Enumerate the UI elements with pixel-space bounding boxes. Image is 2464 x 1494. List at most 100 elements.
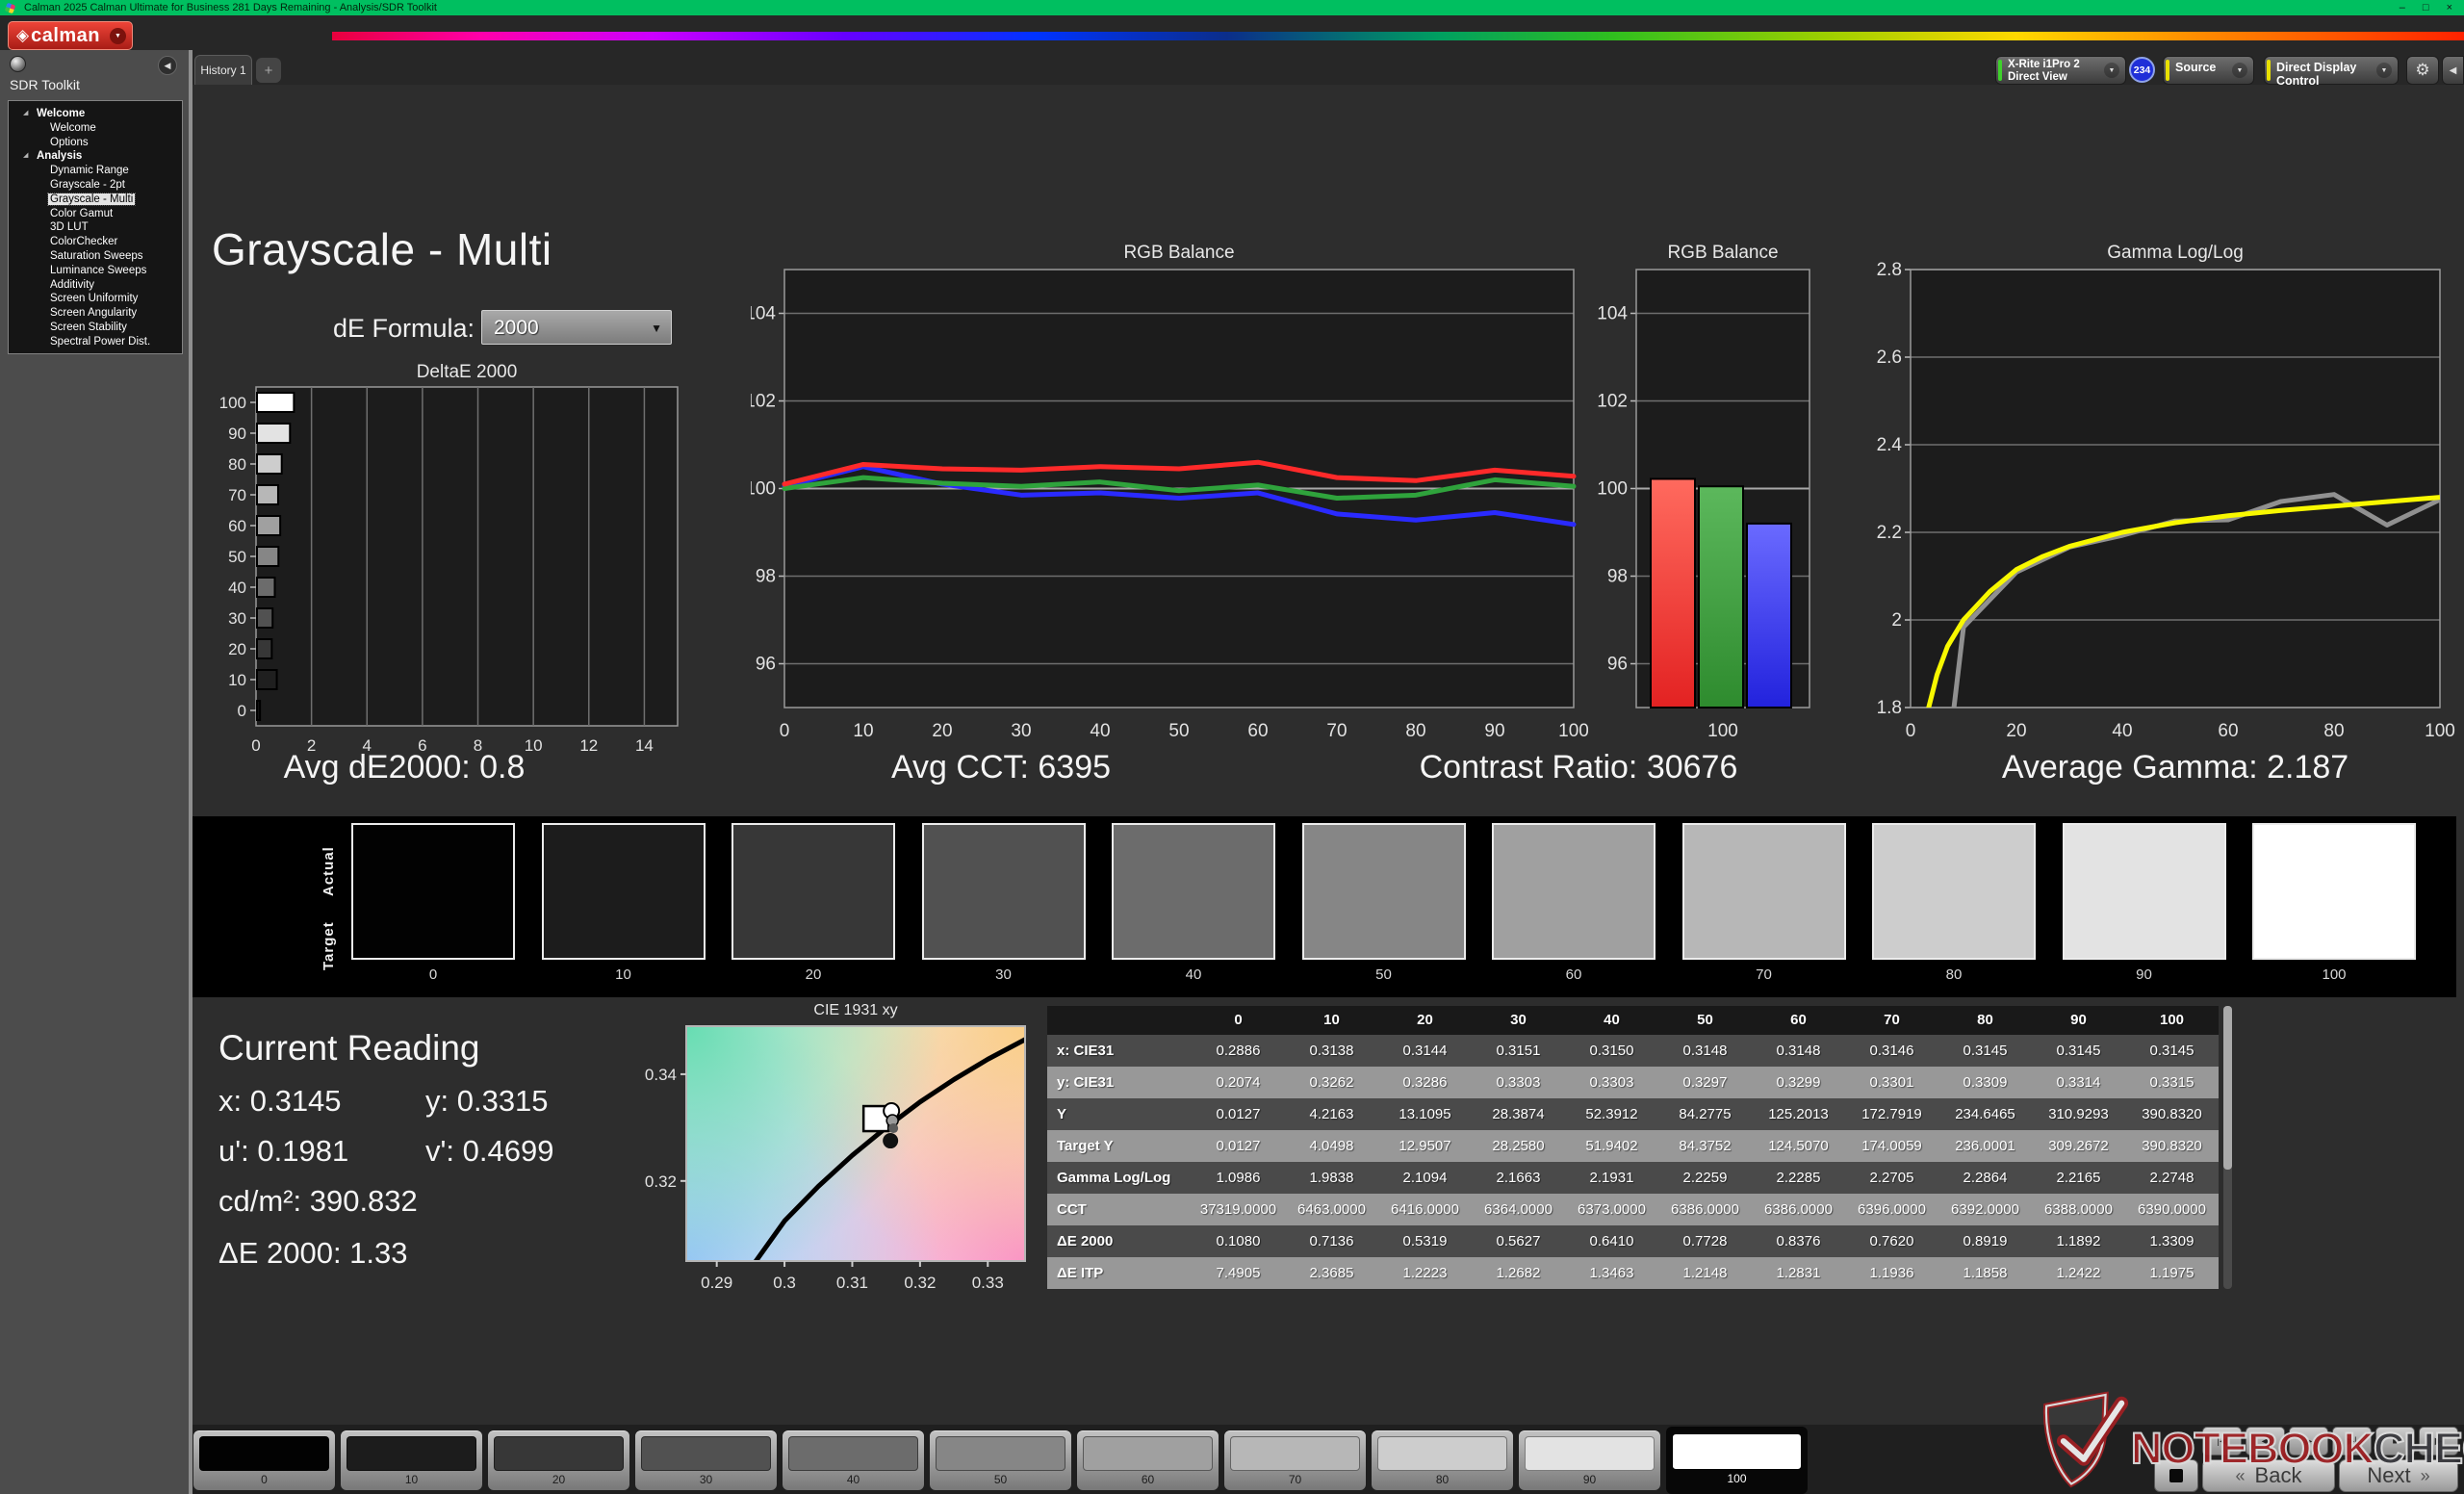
calman-dropdown-icon[interactable]: ▼ bbox=[110, 28, 126, 44]
average-gamma-text: Average Gamma: 2.187 bbox=[2002, 749, 2348, 786]
svg-text:96: 96 bbox=[1607, 655, 1628, 675]
table-cell: 2.2705 bbox=[1845, 1162, 1938, 1194]
sidebar-item-saturation-sweeps[interactable]: Saturation Sweeps bbox=[9, 249, 182, 264]
sidebar-item-color-gamut[interactable]: Color Gamut bbox=[9, 207, 182, 221]
window-title: Calman 2025 Calman Ultimate for Business… bbox=[24, 2, 437, 13]
de-formula-select[interactable]: 2000 ▼ bbox=[481, 310, 672, 345]
patch-swatch bbox=[788, 1436, 918, 1471]
sidebar-item-welcome[interactable]: Welcome bbox=[9, 121, 182, 136]
meter-mode: Direct View bbox=[2008, 71, 2067, 83]
tree-collapse-icon[interactable]: ◢ bbox=[23, 107, 28, 121]
add-tab-button[interactable]: + bbox=[256, 58, 281, 83]
sidebar-item-analysis[interactable]: ◢Analysis bbox=[9, 149, 182, 164]
svg-text:2: 2 bbox=[1891, 610, 1902, 631]
deltae-bar-50 bbox=[257, 547, 278, 566]
swatch-label-50: 50 bbox=[1302, 966, 1466, 983]
patch-button-70[interactable]: 70 bbox=[1224, 1430, 1366, 1490]
svg-text:40: 40 bbox=[2112, 721, 2132, 741]
sidebar-collapse-icon[interactable]: ◀ bbox=[158, 56, 177, 75]
calman-window: Calman 2025 Calman Ultimate for Business… bbox=[0, 0, 2464, 1494]
rainbow-gradient-bar bbox=[332, 32, 2464, 40]
patch-button-0[interactable]: 0 bbox=[193, 1430, 335, 1490]
grayscale-swatch-90 bbox=[2063, 823, 2226, 960]
source-accent bbox=[2166, 60, 2169, 81]
patch-swatch bbox=[1525, 1436, 1655, 1471]
deltae-bar-40 bbox=[257, 578, 274, 597]
table-cell: 2.2748 bbox=[2125, 1162, 2219, 1194]
svg-text:0: 0 bbox=[251, 736, 260, 755]
table-cell: 1.2831 bbox=[1752, 1257, 1845, 1289]
sidebar-item-additivity[interactable]: Additivity bbox=[9, 278, 182, 293]
table-scrollbar-thumb[interactable] bbox=[2223, 1006, 2232, 1170]
sidebar-item-grayscale-multi[interactable]: Grayscale - Multi bbox=[9, 193, 182, 207]
svg-text:0: 0 bbox=[780, 721, 790, 741]
patch-label: 20 bbox=[488, 1473, 629, 1486]
table-cell: 84.2775 bbox=[1658, 1098, 1752, 1130]
rgb-bar-red bbox=[1651, 478, 1695, 708]
svg-text:100: 100 bbox=[1598, 479, 1628, 500]
display-control-dropdown[interactable]: Direct Display Control ▼ bbox=[2264, 56, 2399, 85]
patch-button-30[interactable]: 30 bbox=[635, 1430, 777, 1490]
page-title: Grayscale - Multi bbox=[212, 223, 552, 275]
table-cell: 6416.0000 bbox=[1378, 1194, 1472, 1225]
sidebar-item-label: Grayscale - Multi bbox=[48, 193, 135, 205]
meter-count-badge[interactable]: 234 bbox=[2129, 57, 2155, 83]
meter-dropdown[interactable]: X-Rite i1Pro 2 Direct View ▼ bbox=[1995, 56, 2126, 85]
patch-button-100[interactable]: 100 bbox=[1666, 1427, 1808, 1494]
sidebar-item-grayscale-2pt[interactable]: Grayscale - 2pt bbox=[9, 178, 182, 193]
calman-menu-button[interactable]: ◈ calman ▼ bbox=[8, 21, 133, 50]
source-dropdown[interactable]: Source ▼ bbox=[2163, 56, 2254, 85]
patch-button-60[interactable]: 60 bbox=[1077, 1430, 1219, 1490]
patch-button-20[interactable]: 20 bbox=[488, 1430, 629, 1490]
sidebar-item-options[interactable]: Options bbox=[9, 136, 182, 150]
swatch-label-90: 90 bbox=[2063, 966, 2226, 983]
checkmark-shield-icon bbox=[2034, 1389, 2143, 1493]
table-cell: 0.3144 bbox=[1378, 1035, 1472, 1067]
table-cell: 13.1095 bbox=[1378, 1098, 1472, 1130]
table-cell: 1.2422 bbox=[2032, 1257, 2125, 1289]
sidebar-item-label: Saturation Sweeps bbox=[50, 250, 143, 262]
sidebar-item-welcome[interactable]: ◢Welcome bbox=[9, 107, 182, 121]
sidebar-item-label: Options bbox=[50, 137, 89, 148]
table-cell: 172.7919 bbox=[1845, 1098, 1938, 1130]
sidebar-splitter[interactable] bbox=[189, 50, 192, 1494]
grayscale-swatch-100 bbox=[2252, 823, 2416, 960]
close-icon[interactable]: × bbox=[2447, 2, 2452, 13]
sidebar-item-spectral-power-dist-[interactable]: Spectral Power Dist. bbox=[9, 335, 182, 349]
gear-icon[interactable]: ⚙ bbox=[2406, 56, 2439, 85]
table-row-label: Y bbox=[1047, 1098, 1192, 1130]
tree-collapse-icon[interactable]: ◢ bbox=[23, 149, 28, 164]
patch-button-10[interactable]: 10 bbox=[341, 1430, 482, 1490]
swatch-label-40: 40 bbox=[1112, 966, 1275, 983]
table-cell: 1.1892 bbox=[2032, 1225, 2125, 1257]
svg-text:0.34: 0.34 bbox=[645, 1066, 677, 1084]
collapse-panel-icon[interactable]: ◀ bbox=[2442, 56, 2464, 85]
sidebar-item-colorchecker[interactable]: ColorChecker bbox=[9, 235, 182, 249]
app-icon bbox=[5, 2, 16, 13]
patch-label: 90 bbox=[1519, 1473, 1660, 1486]
table-cell: 1.2682 bbox=[1472, 1257, 1565, 1289]
sidebar-item-luminance-sweeps[interactable]: Luminance Sweeps bbox=[9, 264, 182, 278]
patch-button-50[interactable]: 50 bbox=[930, 1430, 1071, 1490]
sidebar-item-screen-angularity[interactable]: Screen Angularity bbox=[9, 306, 182, 321]
minimize-icon[interactable]: – bbox=[2400, 2, 2405, 13]
table-cell: 309.2672 bbox=[2032, 1130, 2125, 1162]
sidebar-item-screen-stability[interactable]: Screen Stability bbox=[9, 321, 182, 335]
table-cell: 1.2148 bbox=[1658, 1257, 1752, 1289]
sidebar-item-3d-lut[interactable]: 3D LUT bbox=[9, 220, 182, 235]
sidebar-sphere-button[interactable] bbox=[10, 56, 26, 72]
tab-history-1[interactable]: History 1 bbox=[194, 55, 252, 85]
maximize-icon[interactable]: □ bbox=[2423, 2, 2429, 13]
patch-button-90[interactable]: 90 bbox=[1519, 1430, 1660, 1490]
table-cell: 0.0127 bbox=[1192, 1098, 1285, 1130]
svg-text:RGB Balance: RGB Balance bbox=[1123, 243, 1234, 263]
sidebar-item-dynamic-range[interactable]: Dynamic Range bbox=[9, 164, 182, 178]
table-cell: 2.2165 bbox=[2032, 1162, 2125, 1194]
patch-button-80[interactable]: 80 bbox=[1372, 1430, 1513, 1490]
patch-button-40[interactable]: 40 bbox=[783, 1430, 924, 1490]
table-row: y: CIE310.20740.32620.32860.33030.33030.… bbox=[1047, 1067, 2219, 1098]
table-column-header: 60 bbox=[1752, 1006, 1845, 1035]
grayscale-swatch-70 bbox=[1682, 823, 1846, 960]
sidebar-item-screen-uniformity[interactable]: Screen Uniformity bbox=[9, 292, 182, 306]
avg-cct-text: Avg CCT: 6395 bbox=[891, 749, 1111, 786]
